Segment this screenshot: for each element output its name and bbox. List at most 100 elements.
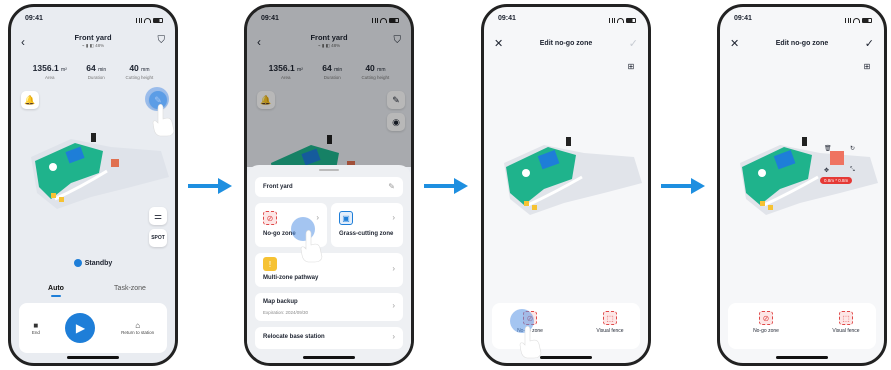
shield-icon[interactable]: ⛉ (158, 35, 166, 46)
spot-button[interactable]: SPOT (149, 229, 167, 247)
settings-sliders-icon[interactable]: ⚌ (149, 207, 167, 225)
map-name-label: Front yard (263, 184, 293, 190)
page-title: Edit no-go zone (539, 40, 593, 47)
status-time: 09:41 (734, 15, 752, 22)
wifi-icon (617, 17, 624, 23)
chevron-right-icon: › (392, 332, 395, 341)
bell-icon[interactable]: 🔔 (21, 91, 39, 109)
home-indicator (540, 356, 592, 359)
stat-area-unit: m² (61, 67, 67, 73)
signal-icon (134, 17, 142, 23)
grass-zone-icon: ▣ (339, 211, 353, 225)
device-status-row: ⌁ ▮ ◧ 48% (81, 43, 105, 48)
resize-icon[interactable]: ⤡ (850, 167, 855, 174)
phone-screen-edit-no-go-placed: 09:41 ✕ Edit no-go zone ✓ ⊞ 🗑 ↻ ✥ ⤡ 0.8m… (717, 4, 887, 366)
chevron-right-icon: › (316, 213, 319, 222)
stat-area: 1356.1 m² Area (33, 63, 67, 80)
chevron-right-icon: › (392, 213, 395, 222)
zone-size-badge: 0.8m * 0.8m (820, 177, 853, 184)
arrow-right-icon (424, 178, 468, 194)
home-indicator (776, 356, 828, 359)
status-bar: 09:41 (498, 15, 636, 25)
end-label: End (31, 330, 40, 335)
arrow-right-icon (661, 178, 705, 194)
stats-row: 1356.1 m² Area 64 min Duration 40 mm Cut… (11, 63, 175, 80)
header: ✕ Edit no-go zone ✓ (720, 37, 884, 53)
qr-scan-icon[interactable]: ⊞ (624, 59, 638, 73)
home-icon: ⌂ (135, 321, 141, 330)
phone-screen-map-home: 09:41 ‹ Front yard ⌁ ▮ ◧ 48% ⛉ 1356.1 m²… (8, 4, 178, 366)
no-go-zone-icon: ⊘ (263, 211, 277, 225)
wifi-icon (853, 17, 860, 23)
play-button[interactable]: ▶ (65, 313, 96, 343)
qr-scan-icon[interactable]: ⊞ (860, 59, 874, 73)
no-go-zone-label: No-go zone (753, 328, 779, 334)
chevron-right-icon: › (392, 301, 395, 310)
no-go-zone-tool[interactable]: ⊘ No-go zone (736, 311, 796, 334)
status-time: 09:41 (498, 15, 516, 22)
visual-fence-icon: ⬚ (839, 311, 853, 325)
status-time: 09:41 (25, 15, 43, 22)
tab-auto[interactable]: Auto (19, 281, 93, 301)
home-indicator (303, 356, 355, 359)
map-options-sheet: Front yard ✎ ⊘ No-go zone › ▣ Grass-cutt… (247, 165, 411, 363)
stat-duration: 64 min Duration (86, 63, 106, 80)
no-go-zone-icon: ⊘ (759, 311, 773, 325)
tool-panel: ⊘ No-go zone ⬚ Visual fence (728, 303, 876, 349)
tab-task-zone[interactable]: Task-zone (93, 281, 167, 301)
header: ‹ Front yard ⌁ ▮ ◧ 48% ⛉ (11, 31, 175, 53)
grass-cutting-zone-card[interactable]: ▣ Grass-cutting zone › (331, 203, 403, 247)
visual-fence-tool[interactable]: ⬚ Visual fence (580, 311, 640, 334)
end-button[interactable]: ■ End (32, 321, 40, 335)
confirm-check-icon[interactable]: ✓ (629, 37, 638, 50)
battery-icon (626, 17, 636, 23)
stat-duration-value: 64 (86, 63, 96, 73)
status-bar: 09:41 (734, 15, 872, 25)
stop-icon: ■ (33, 321, 39, 330)
lawn-map[interactable] (720, 123, 887, 243)
stat-area-label: Area (45, 75, 55, 80)
rotate-icon[interactable]: ↻ (850, 145, 855, 152)
page-title: Front yard (74, 33, 112, 42)
visual-fence-icon: ⬚ (603, 311, 617, 325)
confirm-check-icon[interactable]: ✓ (865, 37, 874, 50)
wifi-icon (144, 17, 151, 23)
header: ✕ Edit no-go zone ✓ (484, 37, 648, 53)
visual-fence-tool[interactable]: ⬚ Visual fence (816, 311, 876, 334)
stat-height-value: 40 (129, 63, 139, 73)
sheet-handle[interactable] (319, 169, 339, 171)
home-indicator (67, 356, 119, 359)
battery-icon (862, 17, 872, 23)
multi-zone-pathway-card[interactable]: ! Multi-zone pathway › (255, 253, 403, 287)
stat-height-label: Cutting height (125, 75, 154, 80)
pencil-icon[interactable]: ✎ (388, 182, 395, 191)
phone-screen-map-menu: 09:41 ‹ Front yard ⌁ ▮ ◧ 48% ⛉ 1356.1 m²… (244, 4, 414, 366)
stat-duration-unit: min (98, 67, 107, 73)
stat-area-value: 1356.1 (32, 63, 59, 73)
hand-pointer-icon (300, 230, 323, 263)
return-label: Return to station (121, 330, 155, 335)
status-bar: 09:41 (25, 15, 163, 25)
multi-zone-label: Multi-zone pathway (263, 275, 319, 281)
standby-label: Standby (84, 259, 113, 267)
mode-tabs: Auto Task-zone (19, 281, 167, 301)
move-icon[interactable]: ✥ (824, 167, 829, 174)
return-button[interactable]: ⌂ Return to station (121, 321, 154, 335)
visual-fence-label: Visual fence (596, 328, 624, 334)
mower-status-icon (73, 259, 82, 267)
arrow-right-icon (188, 178, 232, 194)
delete-icon[interactable]: 🗑 (824, 145, 832, 152)
page-title: Edit no-go zone (775, 40, 829, 47)
map-name-row[interactable]: Front yard ✎ (255, 177, 403, 197)
battery-icon (153, 17, 163, 23)
control-panel: ■ End ▶ ⌂ Return to station (19, 303, 167, 353)
backdrop-overlay[interactable] (247, 7, 411, 167)
map-backup-expiry: Expiration: 2024/09/30 (263, 310, 309, 315)
signal-icon (607, 17, 615, 23)
grass-zone-label: Grass-cutting zone (339, 231, 394, 237)
chevron-right-icon: › (392, 264, 395, 273)
map-backup-label: Map backup (263, 299, 298, 305)
relocate-base-station-row[interactable]: Relocate base station › (255, 327, 403, 349)
map-backup-row[interactable]: Map backup Expiration: 2024/09/30 › (255, 293, 403, 321)
lawn-map[interactable] (484, 123, 651, 243)
